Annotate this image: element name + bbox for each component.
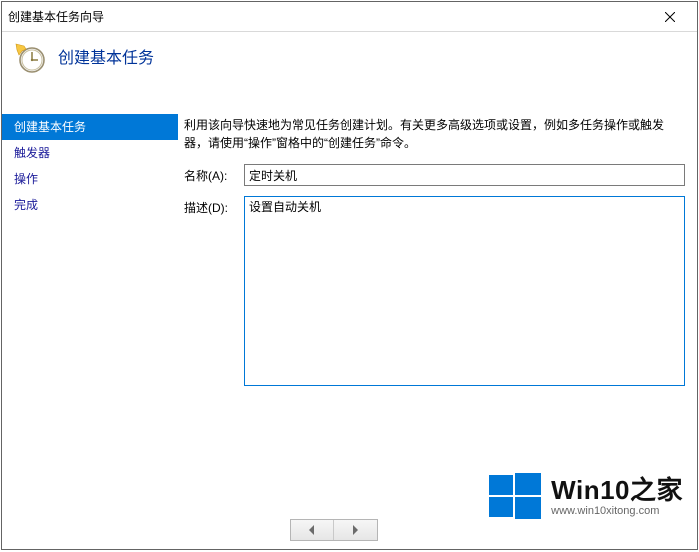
description-row: 描述(D): — [184, 196, 685, 386]
step-create-basic-task[interactable]: 创建基本任务 — [2, 114, 178, 140]
description-textarea[interactable] — [244, 196, 685, 386]
wizard-main: 利用该向导快速地为常见任务创建计划。有关更多高级选项或设置，例如多任务操作或触发… — [178, 114, 697, 549]
wizard-header: 创建基本任务 — [2, 32, 697, 104]
wizard-steps-sidebar: 创建基本任务 触发器 操作 完成 — [2, 114, 178, 549]
description-label: 描述(D): — [184, 196, 244, 216]
chevron-left-icon — [307, 525, 317, 535]
wizard-window: 创建基本任务向导 创建基本任务 创建基本任务 触发器 操作 — [1, 1, 698, 550]
step-finish[interactable]: 完成 — [2, 192, 178, 218]
step-action[interactable]: 操作 — [2, 166, 178, 192]
wizard-icon — [14, 42, 46, 74]
name-input[interactable] — [244, 164, 685, 186]
window-title: 创建基本任务向导 — [8, 8, 649, 25]
pager-next-button[interactable] — [334, 520, 377, 540]
titlebar: 创建基本任务向导 — [2, 2, 697, 32]
close-icon — [665, 12, 675, 22]
pager-prev-button[interactable] — [291, 520, 335, 540]
wizard-heading: 创建基本任务 — [58, 44, 154, 68]
pager — [290, 519, 378, 541]
chevron-right-icon — [350, 525, 360, 535]
intro-text: 利用该向导快速地为常见任务创建计划。有关更多高级选项或设置，例如多任务操作或触发… — [184, 116, 685, 152]
name-row: 名称(A): — [184, 164, 685, 186]
close-button[interactable] — [649, 3, 691, 31]
name-label: 名称(A): — [184, 164, 244, 184]
wizard-content: 创建基本任务 触发器 操作 完成 利用该向导快速地为常见任务创建计划。有关更多高… — [2, 104, 697, 549]
step-trigger[interactable]: 触发器 — [2, 140, 178, 166]
